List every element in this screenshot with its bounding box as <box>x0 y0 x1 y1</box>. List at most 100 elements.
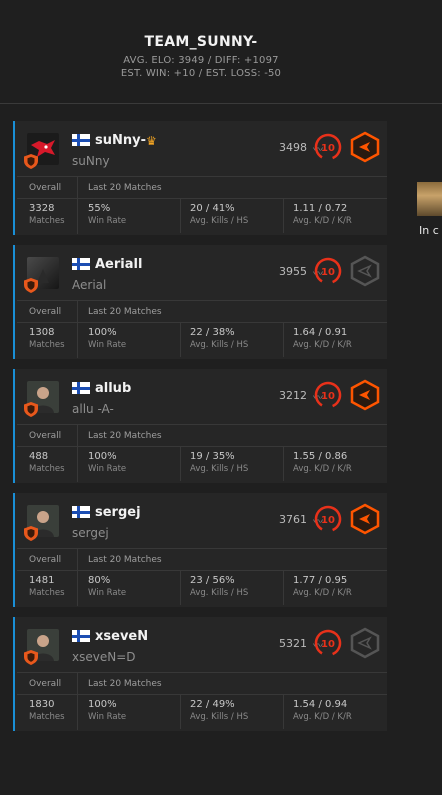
rank-badge-icon <box>350 627 380 659</box>
stat-win-rate-value: 100% <box>88 699 117 710</box>
tab-last-20-matches[interactable]: Last 20 Matches <box>88 555 162 565</box>
rank-badge-icon <box>350 131 380 163</box>
shield-icon <box>24 402 38 417</box>
player-elo: 3955 <box>279 265 307 278</box>
stat-win-rate: 100% Win Rate <box>88 699 126 722</box>
stat-kills-hs-label: Avg. Kills / HS <box>190 464 249 474</box>
stat-kills-hs: 20 / 41% Avg. Kills / HS <box>190 203 248 226</box>
player-elo: 3498 <box>279 141 307 154</box>
player-real-name: sergej <box>72 526 109 540</box>
stat-kd-kr-label: Avg. K/D / K/R <box>293 464 352 474</box>
stat-kd-kr: 1.55 / 0.86 Avg. K/D / K/R <box>293 451 352 474</box>
tab-last-20-matches[interactable]: Last 20 Matches <box>88 307 162 317</box>
stats-tabs: Overall Last 20 Matches <box>17 672 387 695</box>
stat-win-rate-value: 100% <box>88 327 117 338</box>
player-card[interactable]: Aeriall Aerial 3955 〰 10 Overall Last 20… <box>13 245 387 359</box>
stat-kills-hs-value: 20 / 41% <box>190 203 235 214</box>
stat-matches-value: 1481 <box>29 575 55 586</box>
tab-overall[interactable]: Overall <box>29 431 61 441</box>
stat-matches: 1481 Matches <box>29 575 65 598</box>
stat-kd-kr: 1.64 / 0.91 Avg. K/D / K/R <box>293 327 352 350</box>
stat-matches-label: Matches <box>29 712 65 722</box>
stat-win-rate: 100% Win Rate <box>88 451 126 474</box>
finland-flag-icon <box>72 506 90 518</box>
stat-matches-label: Matches <box>29 464 65 474</box>
player-stats: 1481 Matches 80% Win Rate 23 / 56% Avg. … <box>17 571 387 605</box>
stats-tabs: Overall Last 20 Matches <box>17 176 387 199</box>
player-nickname[interactable]: xseveN <box>95 629 148 644</box>
column-divider <box>180 199 181 233</box>
stats-tabs: Overall Last 20 Matches <box>17 424 387 447</box>
stat-kd-kr-value: 1.77 / 0.95 <box>293 575 348 586</box>
stat-matches-label: Matches <box>29 216 65 226</box>
column-divider <box>180 447 181 481</box>
stat-win-rate-label: Win Rate <box>88 340 127 350</box>
stat-kills-hs: 22 / 49% Avg. Kills / HS <box>190 699 248 722</box>
svg-text:10: 10 <box>321 143 335 154</box>
tab-overall[interactable]: Overall <box>29 679 61 689</box>
tab-overall[interactable]: Overall <box>29 307 61 317</box>
stat-win-rate-value: 100% <box>88 451 117 462</box>
svg-text:10: 10 <box>321 639 335 650</box>
stat-kills-hs: 19 / 35% Avg. Kills / HS <box>190 451 248 474</box>
player-nickname[interactable]: suNny- <box>95 133 146 148</box>
stat-kills-hs-label: Avg. Kills / HS <box>190 340 249 350</box>
stat-kills-hs: 23 / 56% Avg. Kills / HS <box>190 575 248 598</box>
stat-win-rate-label: Win Rate <box>88 216 127 226</box>
player-real-name: allu -A- <box>72 402 114 416</box>
column-divider <box>283 571 284 605</box>
stat-win-rate-label: Win Rate <box>88 588 127 598</box>
finland-flag-icon <box>72 630 90 642</box>
side-thumbnail[interactable] <box>417 182 442 216</box>
rank-badge-icon <box>350 379 380 411</box>
player-card[interactable]: xseveN xseveN=D 5321 〰 10 Overall Last 2… <box>13 617 387 731</box>
player-nickname[interactable]: Aeriall <box>95 257 142 272</box>
stat-matches: 488 Matches <box>29 451 65 474</box>
stat-kd-kr-label: Avg. K/D / K/R <box>293 340 352 350</box>
rank-badge-icon <box>350 255 380 287</box>
player-card[interactable]: suNny- ♛ suNny 3498 〰 10 Overall Last 20… <box>13 121 387 235</box>
stat-win-rate: 80% Win Rate <box>88 575 126 598</box>
team-win-loss-stats: EST. WIN: +10 / EST. LOSS: -50 <box>120 68 282 79</box>
stat-kills-hs: 22 / 38% Avg. Kills / HS <box>190 327 248 350</box>
stat-win-rate-label: Win Rate <box>88 712 127 722</box>
shield-icon <box>24 278 38 293</box>
column-divider <box>283 447 284 481</box>
stat-kills-hs-value: 19 / 35% <box>190 451 235 462</box>
stat-kd-kr: 1.77 / 0.95 Avg. K/D / K/R <box>293 575 352 598</box>
stat-matches-label: Matches <box>29 588 65 598</box>
tab-last-20-matches[interactable]: Last 20 Matches <box>88 183 162 193</box>
stats-tabs: Overall Last 20 Matches <box>17 548 387 571</box>
tab-overall[interactable]: Overall <box>29 555 61 565</box>
skill-level-icon: 10 <box>314 381 342 409</box>
player-nickname[interactable]: sergej <box>95 505 141 520</box>
player-stats: 488 Matches 100% Win Rate 19 / 35% Avg. … <box>17 447 387 481</box>
player-card[interactable]: allub allu -A- 3212 〰 10 Overall Last 20… <box>13 369 387 483</box>
player-card[interactable]: sergej sergej 3761 〰 10 Overall Last 20 … <box>13 493 387 607</box>
shield-icon <box>24 650 38 665</box>
player-elo: 3212 <box>279 389 307 402</box>
stat-matches-value: 3328 <box>29 203 55 214</box>
svg-text:10: 10 <box>321 391 335 402</box>
tab-last-20-matches[interactable]: Last 20 Matches <box>88 431 162 441</box>
stat-kd-kr-value: 1.54 / 0.94 <box>293 699 348 710</box>
stat-kd-kr-value: 1.64 / 0.91 <box>293 327 348 338</box>
player-stats: 1830 Matches 100% Win Rate 22 / 49% Avg.… <box>17 695 387 729</box>
stat-matches-value: 1308 <box>29 327 55 338</box>
player-stats: 3328 Matches 55% Win Rate 20 / 41% Avg. … <box>17 199 387 233</box>
stat-win-rate-value: 80% <box>88 575 111 586</box>
stat-win-rate: 100% Win Rate <box>88 327 126 350</box>
player-nickname[interactable]: allub <box>95 381 131 396</box>
column-divider <box>283 199 284 233</box>
stat-kd-kr: 1.11 / 0.72 Avg. K/D / K/R <box>293 203 352 226</box>
team-name: TEAM_SUNNY- <box>144 34 258 50</box>
side-label: In c <box>419 224 439 237</box>
svg-text:10: 10 <box>321 267 335 278</box>
player-elo: 5321 <box>279 637 307 650</box>
player-real-name: Aerial <box>72 278 107 292</box>
tab-last-20-matches[interactable]: Last 20 Matches <box>88 679 162 689</box>
tab-overall[interactable]: Overall <box>29 183 61 193</box>
svg-text:10: 10 <box>321 515 335 526</box>
column-divider <box>283 323 284 357</box>
stat-kd-kr: 1.54 / 0.94 Avg. K/D / K/R <box>293 699 352 722</box>
